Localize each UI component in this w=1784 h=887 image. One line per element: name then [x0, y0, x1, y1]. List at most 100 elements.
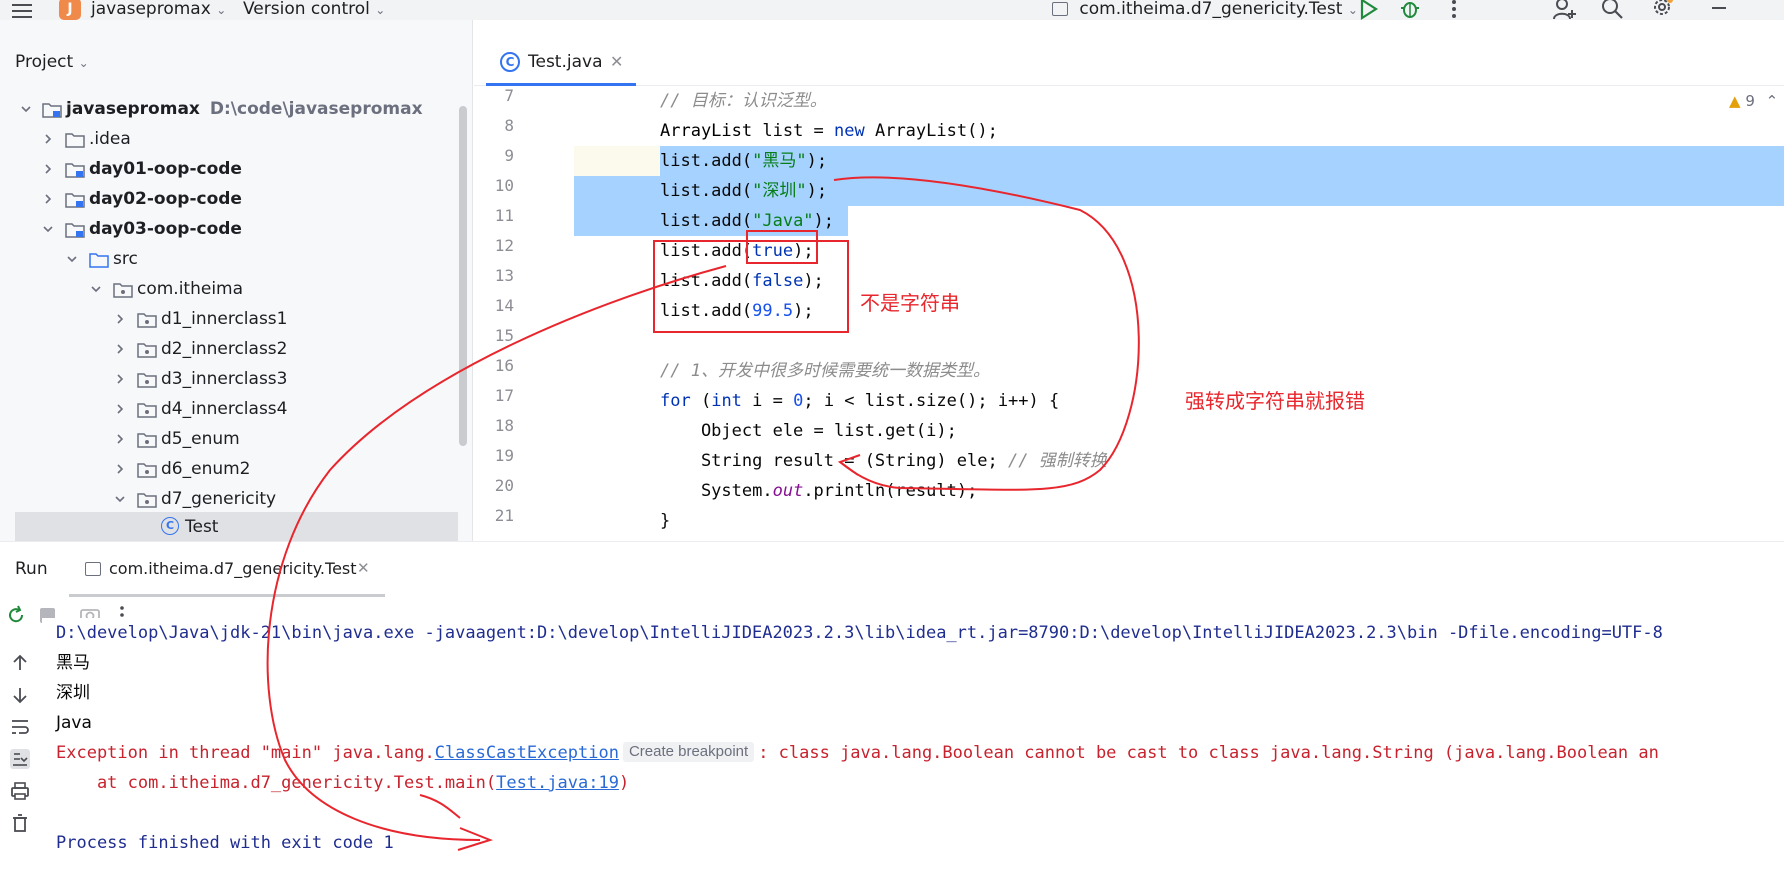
chevron-right-icon[interactable]	[115, 314, 125, 324]
run-config-icon	[1052, 2, 1068, 16]
console-output-line: Java	[56, 713, 92, 733]
code-line-14: list.add(99.5);	[660, 301, 814, 321]
module-icon	[65, 223, 85, 238]
tree-node-label: d7_genericity	[161, 489, 277, 509]
run-config-selector[interactable]: com.itheima.d7_genericity.Test ⌄	[1052, 0, 1358, 20]
main-menu-icon[interactable]	[12, 0, 34, 18]
tree-node-day03[interactable]: day03-oop-code	[15, 214, 458, 244]
debug-icon[interactable]	[1398, 0, 1422, 20]
tree-node-javasepromax[interactable]: javasepromax D:\code\javasepromax	[15, 94, 458, 124]
trash-icon[interactable]	[10, 813, 30, 833]
text-selection	[660, 146, 1784, 176]
run-config-label: com.itheima.d7_genericity.Test	[1079, 0, 1343, 19]
chevron-down-icon[interactable]	[67, 254, 77, 264]
project-panel-title[interactable]: Project ⌄	[15, 52, 89, 72]
tree-node-d2[interactable]: d2_innerclass2	[15, 334, 458, 364]
chevron-down-icon[interactable]	[43, 224, 53, 234]
class-icon: C	[500, 52, 520, 72]
arrow-down-icon[interactable]	[10, 685, 30, 705]
source-link[interactable]: Test.java:19	[496, 773, 619, 793]
code-line-9: list.add("黑马");	[660, 151, 828, 171]
chevron-right-icon[interactable]	[115, 464, 125, 474]
project-name: javasepromax	[91, 0, 211, 19]
tree-node-path: D:\code\javasepromax	[209, 99, 423, 119]
run-icon[interactable]	[1356, 0, 1380, 20]
tab-label: Test.java	[528, 52, 603, 72]
chevron-right-icon[interactable]	[43, 164, 53, 174]
chevron-right-icon[interactable]	[43, 134, 53, 144]
chevron-right-icon[interactable]	[43, 194, 53, 204]
line-number: 20	[494, 476, 514, 495]
line-number: 15	[494, 326, 514, 345]
line-number: 7	[504, 86, 514, 105]
chevron-down-icon[interactable]	[115, 494, 125, 504]
console-output-line: 黑马	[56, 653, 90, 673]
console-output[interactable]: D:\develop\Java\jdk-21\bin\java.exe -jav…	[42, 618, 1784, 887]
tree-node-day01[interactable]: day01-oop-code	[15, 154, 458, 184]
inspection-widget[interactable]: ▲ 9 ⌃	[1729, 92, 1778, 110]
project-title-label: Project	[15, 52, 74, 72]
class-icon: C	[161, 517, 179, 535]
chevron-down-icon[interactable]	[91, 284, 101, 294]
rerun-icon[interactable]	[6, 605, 26, 625]
chevron-up-icon[interactable]: ⌃	[1766, 92, 1779, 110]
close-icon[interactable]: ✕	[357, 559, 370, 577]
code-editor[interactable]: C Test.java ✕ ▲ 9 ⌃ 7 8 9 10 11 12 13 14…	[474, 20, 1784, 541]
add-user-icon[interactable]	[1552, 0, 1576, 20]
warning-icon: ▲	[1729, 92, 1741, 110]
warning-count: 9	[1745, 92, 1755, 110]
scroll-to-end-icon[interactable]	[10, 749, 30, 769]
run-panel-title: Run	[15, 559, 48, 579]
chevron-down-icon[interactable]	[21, 104, 31, 114]
console-output-line: 深圳	[56, 683, 90, 703]
tree-node-label: d6_enum2	[161, 459, 251, 479]
tree-node-label: d3_innerclass3	[161, 369, 288, 389]
chevron-right-icon[interactable]	[115, 374, 125, 384]
code-line-17: for (int i = 0; i < list.size(); i++) {	[660, 391, 1060, 411]
run-tab[interactable]: com.itheima.d7_genericity.Test ✕	[69, 556, 385, 597]
code-line-11: list.add("Java");	[660, 211, 835, 231]
tree-node-label: src	[113, 249, 138, 269]
tree-node-com-itheima[interactable]: com.itheima	[15, 274, 458, 304]
tree-node-label: javasepromax	[66, 99, 200, 119]
chevron-down-icon: ⌄	[216, 3, 227, 17]
more-actions-icon[interactable]	[1442, 0, 1466, 20]
module-icon	[65, 193, 85, 208]
chevron-right-icon[interactable]	[115, 434, 125, 444]
tree-node-d7[interactable]: d7_genericity	[15, 484, 458, 514]
tree-node-idea[interactable]: .idea	[15, 124, 458, 154]
tree-node-day02[interactable]: day02-oop-code	[15, 184, 458, 214]
tree-node-d1[interactable]: d1_innerclass1	[15, 304, 458, 334]
vcs-menu[interactable]: Version control ⌄	[243, 0, 385, 20]
line-number: 11	[494, 206, 514, 225]
tree-node-test[interactable]: C Test	[15, 512, 458, 542]
print-icon[interactable]	[10, 781, 30, 801]
tab-test-java[interactable]: C Test.java ✕	[486, 50, 636, 86]
settings-gear-icon[interactable]	[1650, 0, 1674, 20]
close-icon[interactable]: ✕	[610, 50, 623, 74]
exception-link[interactable]: ClassCastException	[435, 743, 619, 763]
tree-node-label: d2_innerclass2	[161, 339, 288, 359]
console-exit-line: Process finished with exit code 1	[56, 833, 394, 853]
tree-node-d3[interactable]: d3_innerclass3	[15, 364, 458, 394]
tree-node-d5[interactable]: d5_enum	[15, 424, 458, 454]
tree-node-src[interactable]: src	[15, 244, 458, 274]
tree-node-label: com.itheima	[137, 279, 244, 299]
tree-node-d4[interactable]: d4_innerclass4	[15, 394, 458, 424]
project-badge: J	[59, 0, 81, 20]
package-icon	[113, 283, 133, 298]
arrow-up-icon[interactable]	[10, 653, 30, 673]
create-breakpoint-button[interactable]: Create breakpoint	[622, 742, 755, 762]
search-icon[interactable]	[1600, 0, 1624, 20]
project-panel: Project ⌄ javasepromax D:\code\javaseprom…	[0, 20, 473, 542]
minimize-window-icon[interactable]	[1712, 7, 1726, 9]
tree-node-d6[interactable]: d6_enum2	[15, 454, 458, 484]
module-icon	[65, 163, 85, 178]
chevron-right-icon[interactable]	[115, 344, 125, 354]
project-switcher[interactable]: javasepromax ⌄	[91, 0, 226, 20]
line-number: 17	[494, 386, 514, 405]
soft-wrap-icon[interactable]	[10, 717, 30, 737]
chevron-right-icon[interactable]	[115, 404, 125, 414]
line-number: 12	[494, 236, 514, 255]
project-scrollbar[interactable]	[459, 106, 467, 446]
